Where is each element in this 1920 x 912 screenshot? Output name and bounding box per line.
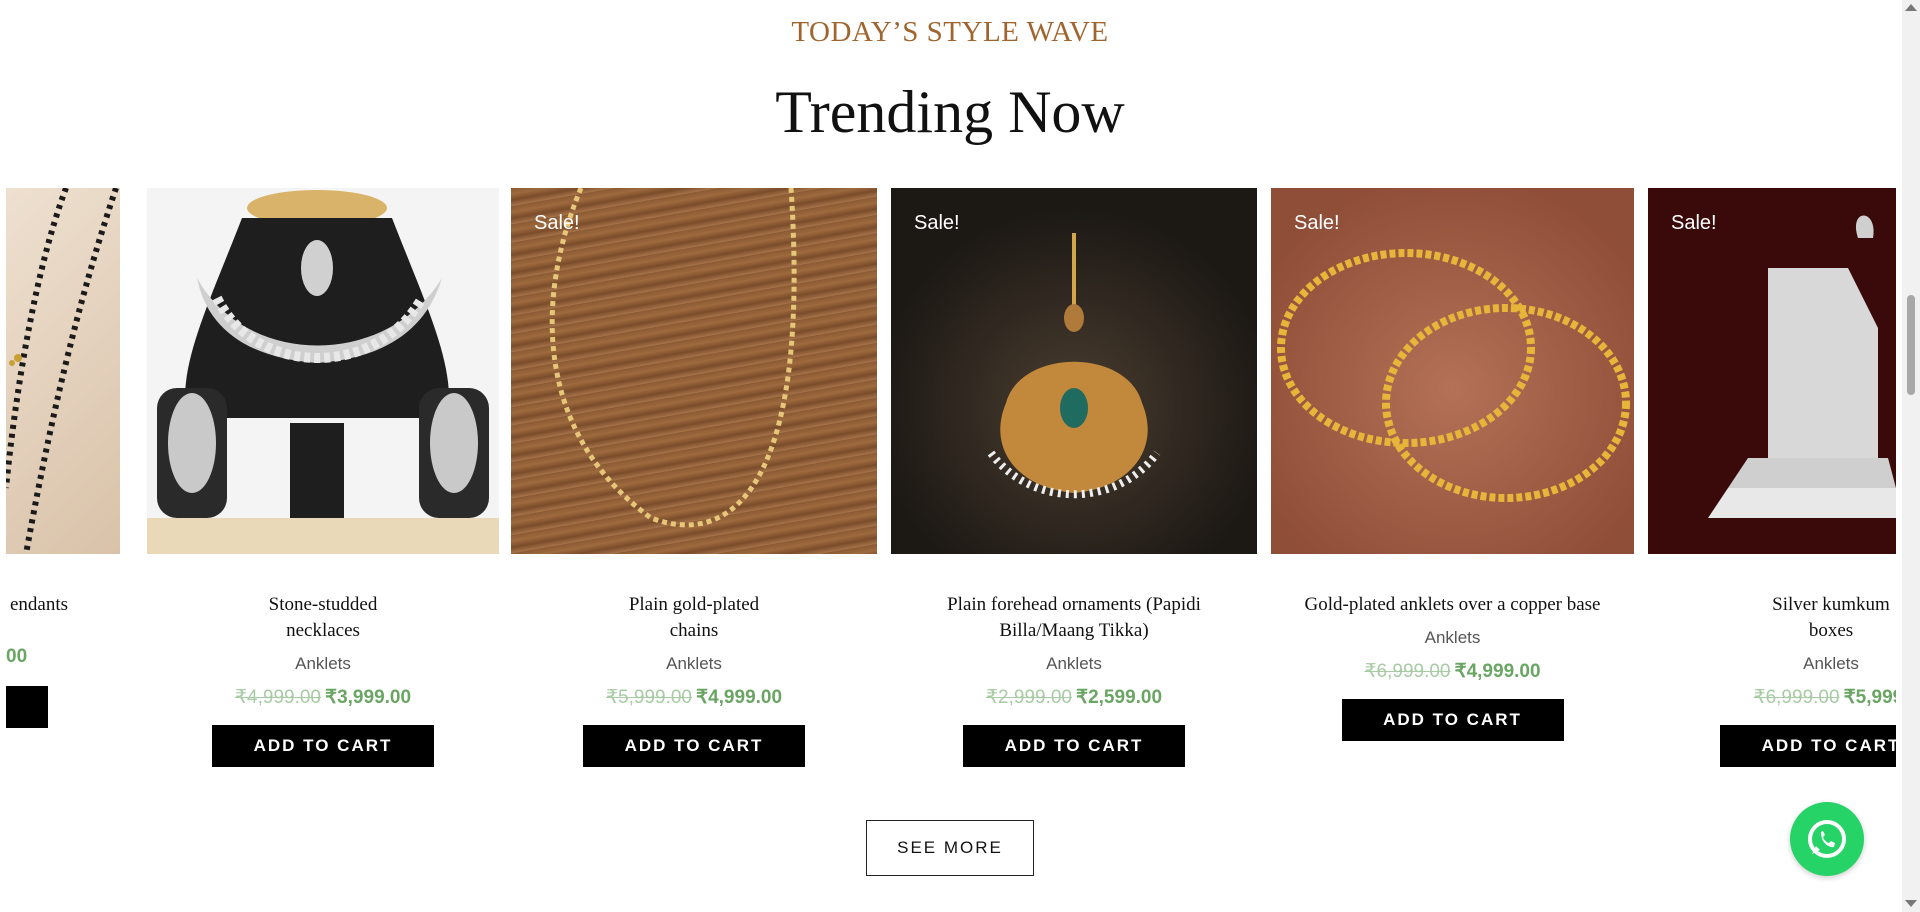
scroll-down-arrow-icon[interactable] xyxy=(1905,900,1917,907)
product-category[interactable]: Anklets xyxy=(511,654,877,674)
section-title: Trending Now xyxy=(775,79,1125,145)
product-name[interactable]: Stone-studded necklaces xyxy=(147,592,499,644)
product-card[interactable]: Sale! Silver kumkum boxes Anklets ₹6,999… xyxy=(1648,188,1896,767)
black-bead-chain-image xyxy=(6,188,119,554)
gold-anklets-image xyxy=(1277,249,1630,502)
product-card[interactable]: endants 00 xyxy=(6,188,120,728)
product-category[interactable]: Anklets xyxy=(891,654,1257,674)
add-to-cart-button[interactable] xyxy=(6,686,48,728)
product-original-price: ₹6,999.00 xyxy=(1753,687,1840,708)
product-name[interactable]: Silver kumkum boxes xyxy=(1648,592,1896,644)
product-price: ₹5,999.00 ₹4,999.00 xyxy=(511,686,877,709)
product-image-necklace[interactable] xyxy=(147,188,499,554)
necklace-set-image xyxy=(147,190,499,554)
product-sale-price: ₹3,999.00 xyxy=(325,687,412,708)
product-name[interactable]: Plain gold-plated chains xyxy=(511,592,877,644)
product-card[interactable]: Sale! Plain gold-plated chains Anklets ₹… xyxy=(511,188,877,767)
add-to-cart-button[interactable]: ADD TO CART xyxy=(963,725,1185,767)
product-price: ₹4,999.00 ₹3,999.00 xyxy=(147,686,499,709)
sale-badge: Sale! xyxy=(914,212,960,234)
product-sale-price: ₹5,999. xyxy=(1843,687,1896,708)
product-original-price: ₹6,999.00 xyxy=(1364,661,1451,682)
gold-chain-image xyxy=(549,188,797,528)
product-card[interactable]: Sale! Plain forehead ornaments (Papidi B… xyxy=(891,188,1257,767)
product-original-price: ₹2,999.00 xyxy=(985,687,1072,708)
product-image-anklets[interactable]: Sale! xyxy=(1271,188,1634,554)
product-name[interactable]: Gold-plated anklets over a copper base xyxy=(1271,592,1634,618)
vertical-scrollbar[interactable] xyxy=(1902,0,1920,912)
add-to-cart-button[interactable]: ADD TO CART xyxy=(1341,699,1564,741)
scrollbar-thumb[interactable] xyxy=(1907,295,1915,395)
product-image-mangalsutra[interactable] xyxy=(6,188,120,554)
sale-badge: Sale! xyxy=(534,212,580,234)
product-category[interactable]: Anklets xyxy=(1648,654,1896,674)
add-to-cart-button[interactable]: ADD TO CART xyxy=(212,725,434,767)
product-original-price: ₹4,999.00 xyxy=(234,687,321,708)
product-category[interactable]: Anklets xyxy=(147,654,499,674)
product-image-maang-tikka[interactable]: Sale! xyxy=(891,188,1257,554)
product-sale-price: 00 xyxy=(6,646,28,667)
whatsapp-chat-button[interactable] xyxy=(1790,802,1864,876)
product-price: 00 xyxy=(6,646,120,668)
silver-kumkum-box-image xyxy=(1708,215,1896,518)
product-name[interactable]: endants xyxy=(6,592,120,618)
section-eyebrow: TODAY’S STYLE WAVE xyxy=(791,16,1109,48)
sale-badge: Sale! xyxy=(1294,212,1340,234)
product-image-chain[interactable]: Sale! xyxy=(511,188,877,554)
scroll-up-arrow-icon[interactable] xyxy=(1905,4,1917,11)
product-sale-price: ₹4,999.00 xyxy=(696,687,783,708)
product-price: ₹6,999.00 ₹4,999.00 xyxy=(1271,660,1634,683)
product-original-price: ₹5,999.00 xyxy=(605,687,692,708)
maang-tikka-image xyxy=(987,233,1161,499)
product-category[interactable]: Anklets xyxy=(1271,628,1634,648)
product-carousel[interactable]: endants 00 Stone-studded necklaces Ankle… xyxy=(6,188,1896,788)
product-card[interactable]: Stone-studded necklaces Anklets ₹4,999.0… xyxy=(147,188,499,767)
product-card[interactable]: Sale! Gold-plated anklets over a copper … xyxy=(1271,188,1634,741)
add-to-cart-button[interactable]: ADD TO CART xyxy=(1720,725,1896,767)
product-image-kumkum-box[interactable]: Sale! xyxy=(1648,188,1896,554)
add-to-cart-button[interactable]: ADD TO CART xyxy=(583,725,805,767)
product-price: ₹6,999.00₹5,999. xyxy=(1648,686,1897,709)
product-sale-price: ₹4,999.00 xyxy=(1454,661,1541,682)
product-price: ₹2,999.00 ₹2,599.00 xyxy=(891,686,1257,709)
product-sale-price: ₹2,599.00 xyxy=(1076,687,1163,708)
see-more-button[interactable]: SEE MORE xyxy=(866,820,1034,876)
whatsapp-icon xyxy=(1808,820,1846,858)
sale-badge: Sale! xyxy=(1671,212,1717,234)
product-name[interactable]: Plain forehead ornaments (Papidi Billa/M… xyxy=(891,592,1257,644)
